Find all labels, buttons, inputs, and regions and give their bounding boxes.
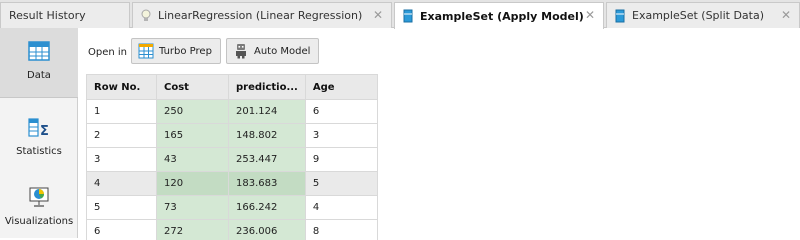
tab-result-history[interactable]: Result History <box>0 2 130 28</box>
tab-bar: Result History LinearRegression (Linear … <box>0 0 800 29</box>
table-cell: 2 <box>86 123 157 148</box>
turbo-prep-button[interactable]: Turbo Prep <box>131 38 221 64</box>
close-icon[interactable]: ✕ <box>373 8 383 22</box>
table-cell: 3 <box>86 147 157 172</box>
sidebar-item-data[interactable]: Data <box>0 28 78 98</box>
turbo-prep-icon <box>138 43 154 59</box>
tab-label: ExampleSet (Apply Model) <box>420 9 584 23</box>
view-sidebar: Data Σ Statistics Visualizations <box>0 28 78 238</box>
table-row[interactable]: 6 272 236.006 8 <box>86 219 378 240</box>
table-cell: 148.802 <box>228 123 306 148</box>
table-header-row: Row No. Cost predictio... Age <box>86 74 378 100</box>
tab-label: ExampleSet (Split Data) <box>632 9 765 22</box>
table-cell: 9 <box>304 147 378 172</box>
data-table: Row No. Cost predictio... Age 1 250 201.… <box>86 74 378 240</box>
table-row[interactable]: 3 43 253.447 9 <box>86 147 378 172</box>
table-cell: 183.683 <box>228 171 306 196</box>
svg-text:Σ: Σ <box>40 124 49 138</box>
sidebar-item-statistics[interactable]: Σ Statistics <box>0 104 78 174</box>
table-cell: 6 <box>86 219 157 240</box>
auto-model-button[interactable]: Auto Model <box>226 38 320 64</box>
table-cell: 4 <box>86 171 157 196</box>
table-cell: 73 <box>156 195 229 220</box>
table-cell: 272 <box>156 219 229 240</box>
table-cell: 3 <box>304 123 378 148</box>
column-header-row-no[interactable]: Row No. <box>86 74 157 100</box>
table-cell: 5 <box>86 195 157 220</box>
table-row[interactable]: 1 250 201.124 6 <box>86 99 378 124</box>
sidebar-item-visualizations[interactable]: Visualizations <box>0 174 78 240</box>
table-cell: 43 <box>156 147 229 172</box>
sidebar-item-label: Data <box>27 70 51 81</box>
exampleset-icon <box>403 9 413 23</box>
table-cell: 4 <box>304 195 378 220</box>
table-cell: 5 <box>304 171 378 196</box>
close-icon[interactable]: ✕ <box>585 8 595 22</box>
tab-label: Result History <box>9 9 86 22</box>
lightbulb-icon <box>141 9 151 21</box>
open-in-label: Open in <box>88 47 128 58</box>
table-cell: 8 <box>304 219 378 240</box>
sidebar-item-label: Visualizations <box>4 216 74 227</box>
close-icon[interactable]: ✕ <box>781 8 791 22</box>
table-icon <box>28 41 50 61</box>
column-header-cost[interactable]: Cost <box>156 74 229 100</box>
table-cell: 165 <box>156 123 229 148</box>
table-row[interactable]: 2 165 148.802 3 <box>86 123 378 148</box>
statistics-icon: Σ <box>28 118 49 138</box>
table-row[interactable]: 5 73 166.242 4 <box>86 195 378 220</box>
table-cell: 236.006 <box>228 219 306 240</box>
table-cell: 120 <box>156 171 229 196</box>
column-header-age[interactable]: Age <box>304 74 378 100</box>
tab-exampleset-split-data[interactable]: ExampleSet (Split Data) ✕ <box>606 2 800 28</box>
table-cell: 253.447 <box>228 147 306 172</box>
auto-model-label: Auto Model <box>254 45 311 57</box>
table-cell: 201.124 <box>228 99 306 124</box>
sidebar-item-label: Statistics <box>16 146 62 157</box>
table-cell: 1 <box>86 99 157 124</box>
robot-icon <box>236 44 246 59</box>
tab-linear-regression[interactable]: LinearRegression (Linear Regression) ✕ <box>132 2 392 28</box>
table-cell: 6 <box>304 99 378 124</box>
chart-icon <box>29 187 49 207</box>
column-header-prediction[interactable]: predictio... <box>228 74 306 100</box>
turbo-prep-label: Turbo Prep <box>159 45 212 57</box>
tab-exampleset-apply-model[interactable]: ExampleSet (Apply Model) ✕ <box>394 2 604 29</box>
tab-label: LinearRegression (Linear Regression) <box>158 9 363 22</box>
table-row-selected[interactable]: 4 120 183.683 5 <box>86 171 378 196</box>
exampleset-icon <box>615 9 625 22</box>
table-cell: 166.242 <box>228 195 306 220</box>
table-cell: 250 <box>156 99 229 124</box>
